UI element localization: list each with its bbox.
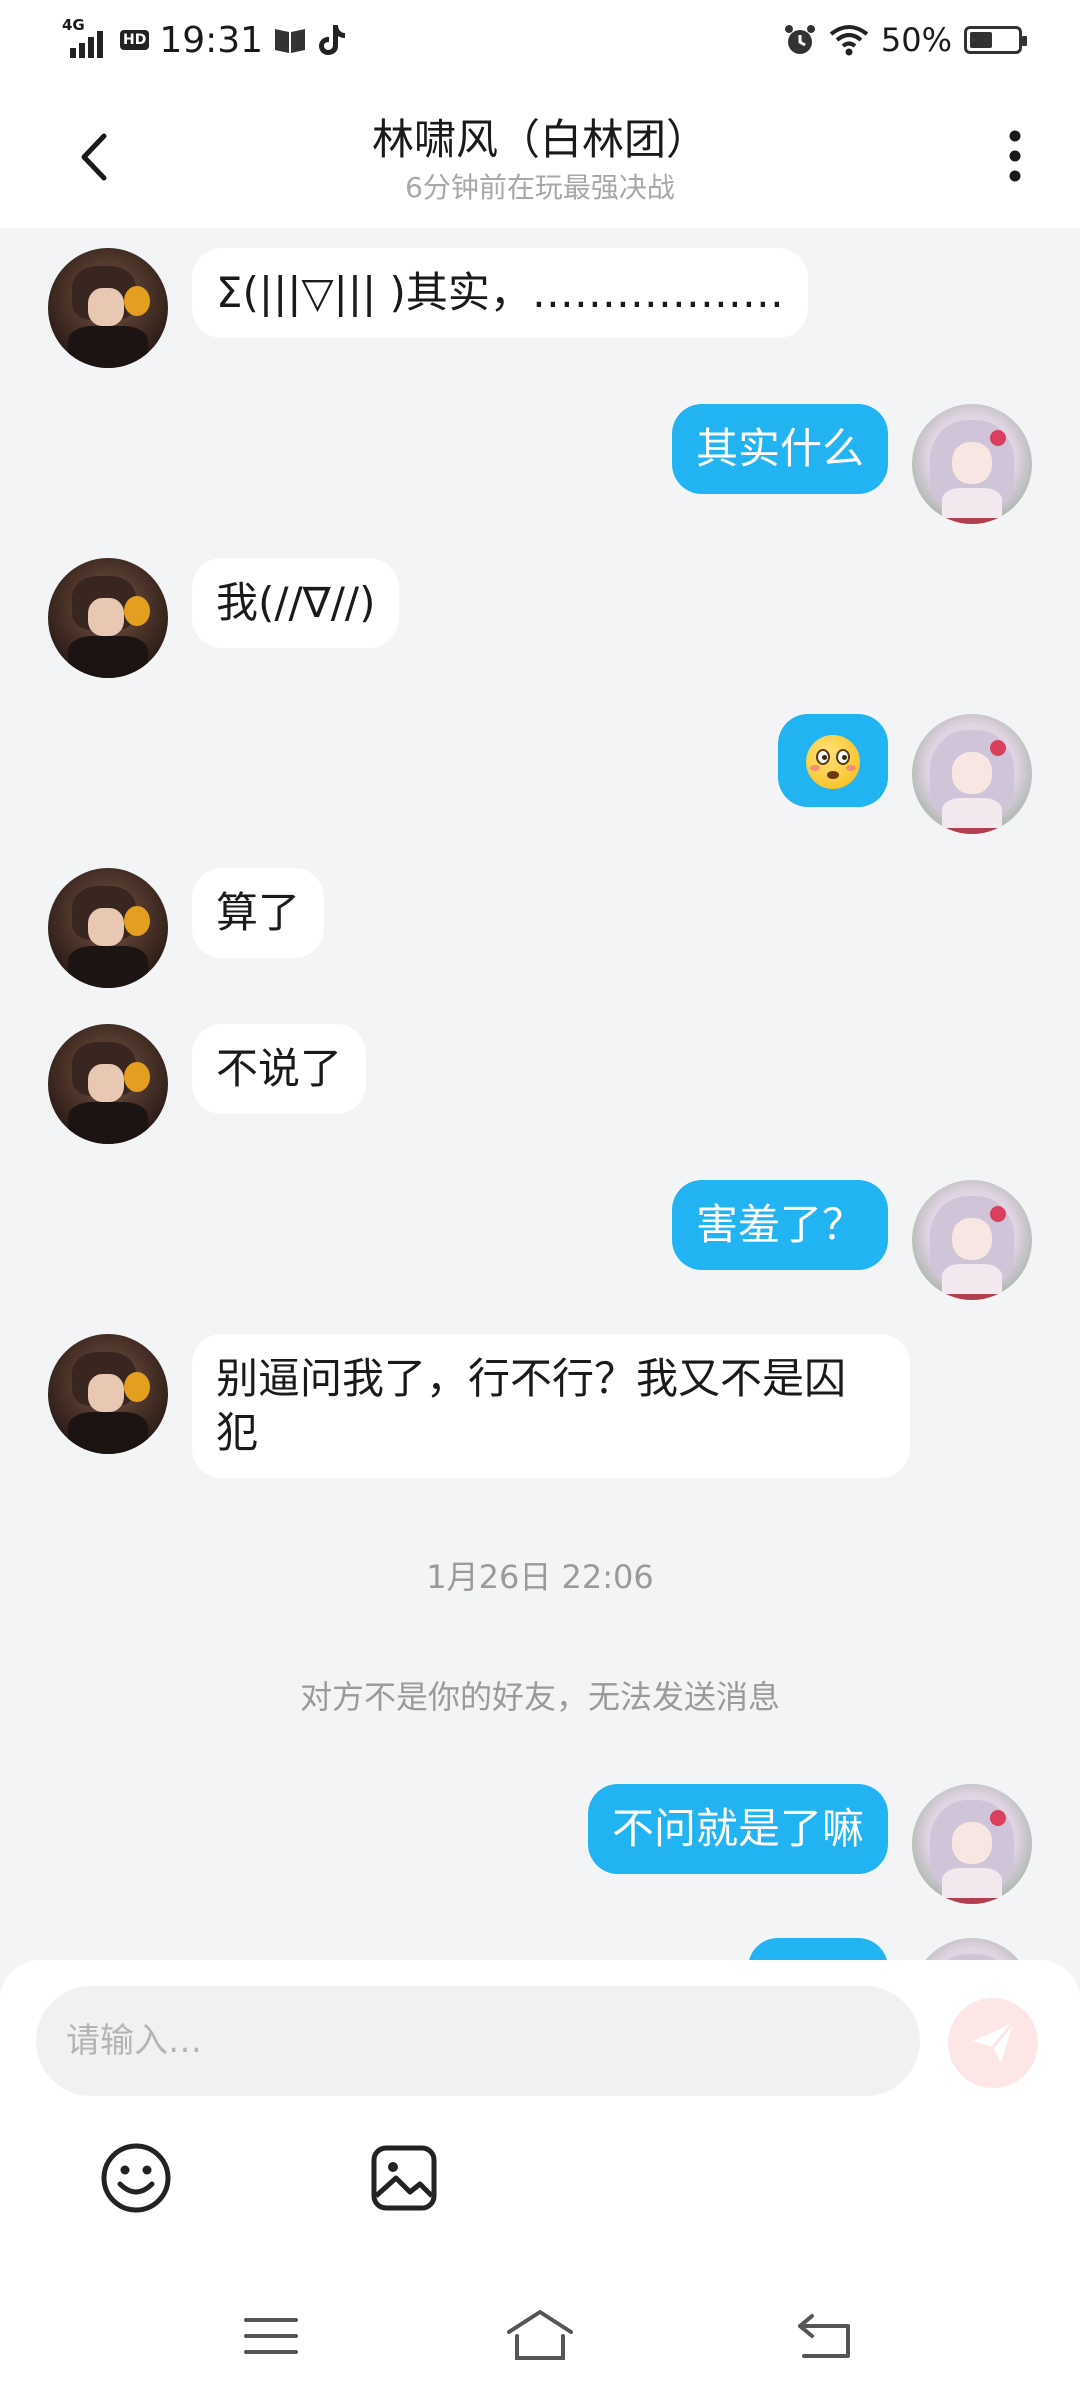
chat-subtitle: 6分钟前在玩最强决战	[405, 171, 675, 204]
image-icon	[371, 2145, 437, 2211]
home-icon	[507, 2310, 573, 2360]
book-icon	[275, 29, 306, 53]
battery-percent: 50%	[880, 21, 952, 59]
contact-avatar[interactable]	[48, 1024, 168, 1144]
message-incoming: Σ(|||▽||| )其实，………………	[0, 248, 1080, 378]
alarm-icon	[784, 25, 815, 54]
my-avatar[interactable]	[912, 714, 1032, 834]
menu-button[interactable]	[236, 2306, 306, 2366]
my-avatar[interactable]	[912, 404, 1032, 524]
send-icon	[973, 2022, 1015, 2063]
contact-avatar[interactable]	[48, 868, 168, 988]
chat-header: 林啸风（白林团） 6分钟前在玩最强决战	[0, 80, 1080, 228]
back-nav-button[interactable]	[790, 2306, 860, 2366]
message-bubble[interactable]: 算了	[192, 868, 325, 958]
emoji-button[interactable]	[96, 2138, 176, 2218]
contact-avatar[interactable]	[48, 558, 168, 678]
my-avatar[interactable]	[912, 1180, 1032, 1300]
status-right: 50%	[783, 18, 1027, 62]
menu-icon	[244, 2318, 298, 2354]
system-notice: 对方不是你的好友，无法发送消息	[299, 1678, 780, 1716]
message-outgoing	[0, 714, 1080, 844]
image-button[interactable]	[364, 2138, 444, 2218]
status-bar: 4G HD 19:31 50%	[0, 0, 1080, 80]
smile-icon	[101, 2143, 171, 2213]
message-incoming: 我(//∇//)	[0, 558, 1080, 688]
status-left: 4G HD 19:31	[60, 16, 347, 62]
battery-icon	[964, 26, 1027, 54]
message-bubble[interactable]: 我(//∇//)	[192, 558, 400, 648]
message-incoming: 算了	[0, 868, 1080, 998]
message-incoming: 不说了	[0, 1024, 1080, 1154]
status-time: 19:31	[159, 19, 264, 61]
contact-avatar[interactable]	[48, 248, 168, 368]
message-bubble[interactable]: Σ(|||▽||| )其实，………………	[192, 248, 808, 338]
message-timestamp: 1月26日 22:06	[426, 1558, 654, 1596]
contact-avatar[interactable]	[48, 1334, 168, 1454]
message-outgoing: 其实什么	[0, 404, 1080, 534]
wifi-icon	[829, 25, 869, 56]
chat-title: 林啸风（白林团）	[371, 115, 708, 164]
message-bubble[interactable]	[778, 714, 888, 807]
my-avatar[interactable]	[912, 1784, 1032, 1904]
message-input[interactable]	[36, 1986, 920, 2096]
signal-icon: 4G	[60, 16, 110, 62]
return-icon	[798, 2314, 850, 2358]
message-outgoing: 害羞了？	[0, 1180, 1080, 1310]
message-bubble[interactable]: 其实什么	[671, 404, 888, 494]
network-type: 4G	[62, 16, 85, 34]
send-button[interactable]	[948, 1998, 1038, 2088]
message-incoming: 别逼问我了，行不行？我又不是囚犯	[0, 1334, 1080, 1484]
message-bubble[interactable]: 不说了	[192, 1024, 367, 1114]
hd-badge: HD	[120, 30, 150, 50]
more-options-button[interactable]	[990, 120, 1040, 190]
message-bubble[interactable]: 别逼问我了，行不行？我又不是囚犯	[192, 1334, 910, 1478]
tiktok-icon	[319, 25, 346, 55]
message-bubble[interactable]: 害羞了？	[671, 1180, 888, 1270]
message-outgoing: 不问就是了嘛	[0, 1784, 1080, 1914]
home-button[interactable]	[505, 2306, 575, 2366]
message-list[interactable]: Σ(|||▽||| )其实，……………… 其实什么 我(//∇//) 算了 不说…	[0, 228, 1080, 1964]
more-vertical-icon	[1009, 130, 1021, 182]
flushed-face-icon	[806, 734, 860, 789]
system-nav-bar	[0, 2270, 1080, 2400]
message-bubble[interactable]: 不问就是了嘛	[587, 1784, 888, 1874]
